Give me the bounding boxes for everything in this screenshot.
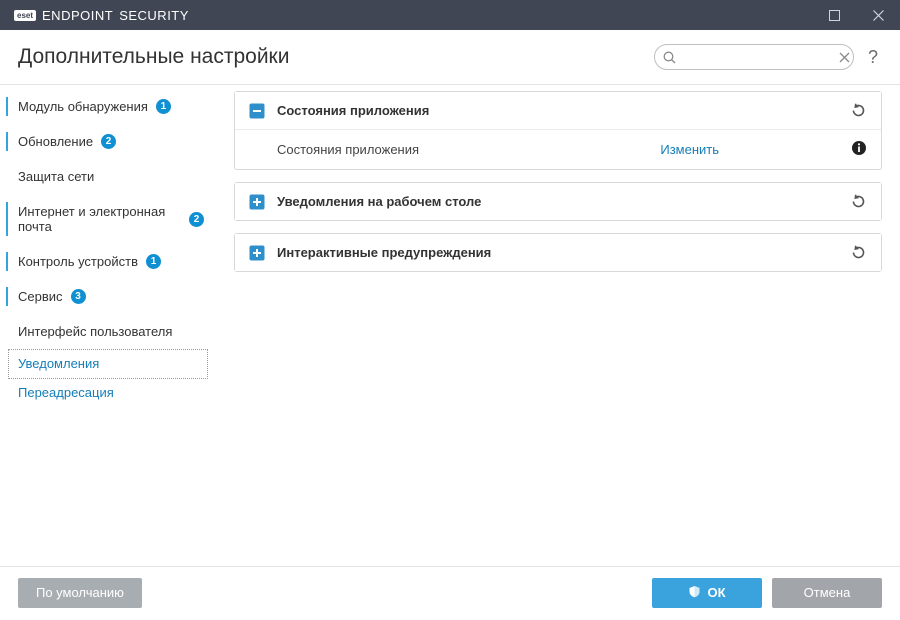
ok-button-label: ОК (707, 585, 725, 600)
cancel-button[interactable]: Отмена (772, 578, 882, 608)
sidebar-sub-forwarding[interactable]: Переадресация (0, 379, 214, 407)
sidebar-item-web-email[interactable]: Интернет и электронная почта 2 (0, 194, 214, 244)
sidebar-item-update[interactable]: Обновление 2 (0, 124, 214, 159)
titlebar: eset ENDPOINT SECURITY (0, 0, 900, 30)
main-content: Состояния приложения Состояния приложени… (224, 85, 900, 566)
body: Модуль обнаружения 1 Обновление 2 Защита… (0, 85, 900, 566)
footer: По умолчанию ОК Отмена (0, 566, 900, 618)
sidebar-item-label: Контроль устройств (18, 254, 138, 269)
header: Дополнительные настройки ? (0, 30, 900, 85)
panel-header[interactable]: Состояния приложения (235, 92, 881, 129)
panel-header[interactable]: Интерактивные предупреждения (235, 234, 881, 271)
sidebar-item-tools[interactable]: Сервис 3 (0, 279, 214, 314)
clear-search-icon[interactable] (839, 52, 850, 63)
brand: eset ENDPOINT SECURITY (14, 8, 189, 23)
help-button[interactable]: ? (864, 47, 882, 68)
panel-body: Состояния приложения Изменить (235, 129, 881, 169)
sidebar-item-label: Интерфейс пользователя (18, 324, 172, 339)
sidebar-item-label: Модуль обнаружения (18, 99, 148, 114)
edit-link[interactable]: Изменить (660, 142, 719, 157)
panel-title: Интерактивные предупреждения (277, 245, 838, 260)
sidebar-item-label: Обновление (18, 134, 93, 149)
panel-app-states: Состояния приложения Состояния приложени… (234, 91, 882, 170)
sidebar-item-network[interactable]: Защита сети (0, 159, 214, 194)
sidebar-badge: 2 (189, 212, 204, 227)
page-title: Дополнительные настройки (18, 45, 289, 69)
reset-icon[interactable] (850, 244, 867, 261)
sidebar: Модуль обнаружения 1 Обновление 2 Защита… (0, 85, 224, 566)
panel-interactive-alerts: Интерактивные предупреждения (234, 233, 882, 272)
sidebar-badge: 2 (101, 134, 116, 149)
panel-desktop-notifications: Уведомления на рабочем столе (234, 182, 882, 221)
sidebar-item-device-control[interactable]: Контроль устройств 1 (0, 244, 214, 279)
sidebar-item-label: Интернет и электронная почта (18, 204, 181, 234)
brand-badge: eset (14, 10, 36, 21)
sidebar-item-label: Сервис (18, 289, 63, 304)
reset-icon[interactable] (850, 102, 867, 119)
sidebar-item-ui[interactable]: Интерфейс пользователя (0, 314, 214, 349)
setting-label: Состояния приложения (277, 142, 648, 157)
close-button[interactable] (856, 0, 900, 30)
panel-title: Уведомления на рабочем столе (277, 194, 838, 209)
sidebar-badge: 3 (71, 289, 86, 304)
setting-row: Состояния приложения Изменить (235, 130, 881, 169)
search-box[interactable] (654, 44, 854, 70)
panel-title: Состояния приложения (277, 103, 838, 118)
sidebar-item-label: Защита сети (18, 169, 94, 184)
sidebar-badge: 1 (156, 99, 171, 114)
default-button[interactable]: По умолчанию (18, 578, 142, 608)
expand-icon (249, 245, 265, 261)
collapse-icon (249, 103, 265, 119)
maximize-button[interactable] (812, 0, 856, 30)
sidebar-sub-notifications[interactable]: Уведомления (8, 349, 208, 379)
reset-icon[interactable] (850, 193, 867, 210)
window-controls (812, 0, 900, 30)
search-icon (663, 51, 676, 64)
brand-word-2: SECURITY (119, 8, 189, 23)
info-icon[interactable] (851, 140, 867, 159)
panel-header[interactable]: Уведомления на рабочем столе (235, 183, 881, 220)
ok-button[interactable]: ОК (652, 578, 762, 608)
search-input[interactable] (680, 50, 835, 64)
expand-icon (249, 194, 265, 210)
shield-icon (688, 585, 701, 601)
sidebar-badge: 1 (146, 254, 161, 269)
sidebar-item-detection[interactable]: Модуль обнаружения 1 (0, 89, 214, 124)
brand-word-1: ENDPOINT (42, 8, 113, 23)
